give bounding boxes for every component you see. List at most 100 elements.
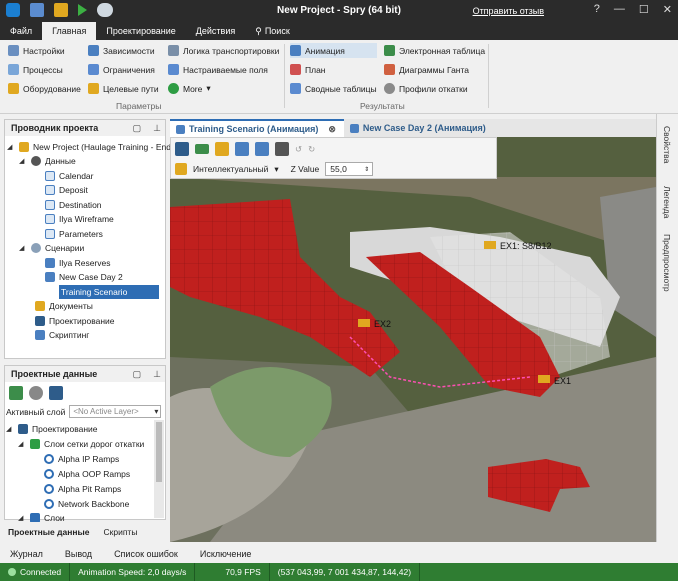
layer-icon: [44, 484, 54, 494]
view-mode-icon[interactable]: [175, 142, 189, 156]
settings-button[interactable]: Настройки: [8, 43, 81, 58]
tree-project[interactable]: ◢ New Project (Haulage Training - End c: [7, 140, 178, 154]
tab-file[interactable]: Файл: [0, 22, 42, 40]
plus-icon: [168, 83, 179, 94]
animation-viewport[interactable]: EX1: S8/B12 EX2 EX1: [170, 137, 656, 542]
pin-icon[interactable]: ⊥: [153, 120, 161, 136]
layers-scrollbar[interactable]: [154, 420, 164, 518]
tab-search[interactable]: ⚲ Поиск: [245, 22, 300, 40]
tree-scripting[interactable]: Скриптинг: [35, 328, 89, 342]
palette-icon[interactable]: [29, 386, 43, 400]
feedback-link[interactable]: Отправить отзыв: [473, 6, 544, 16]
tab-case-day-2[interactable]: New Case Day 2 (Анимация): [344, 119, 494, 137]
haulage-logic-label: Логика транспортировки: [183, 45, 280, 56]
float-icon[interactable]: ▢: [133, 366, 142, 382]
tab-actions[interactable]: Действия: [186, 22, 245, 40]
group-label-params: Параметры: [116, 101, 162, 111]
tree-documents[interactable]: Документы: [35, 299, 93, 313]
tab-preview[interactable]: Предпросмотр: [662, 234, 672, 292]
minimize-icon[interactable]: —: [614, 3, 625, 16]
layer-item[interactable]: Network Backbone: [44, 497, 129, 511]
excavator-ex1-icon[interactable]: [538, 375, 550, 383]
tab-error-list[interactable]: Список ошибок: [114, 549, 178, 559]
layer-item[interactable]: Alpha OOP Ramps: [44, 467, 130, 481]
tree-item-wireframe[interactable]: Ilya Wireframe: [45, 212, 114, 226]
tab-home[interactable]: Главная: [42, 22, 97, 40]
equipment-label: Оборудование: [23, 83, 81, 94]
constraints-button[interactable]: Ограничения: [88, 62, 159, 77]
tree-item-calendar[interactable]: Calendar: [45, 169, 94, 183]
tree-data-folder[interactable]: ◢ Данные: [19, 154, 76, 168]
right-side-tabs: Свойства Легенда Предпросмотр: [656, 114, 678, 542]
dependencies-button[interactable]: Зависимости: [88, 43, 159, 58]
grid-icon[interactable]: [215, 142, 229, 156]
tab-properties[interactable]: Свойства: [662, 126, 672, 163]
layer-item[interactable]: Alpha Pit Ramps: [44, 482, 121, 496]
tree-scenario-reserves[interactable]: Ilya Reserves: [45, 256, 111, 270]
tab-scripts[interactable]: Скрипты: [104, 527, 138, 537]
scripting-label: Скриптинг: [49, 330, 90, 340]
layer-tool-icon[interactable]: [9, 386, 23, 400]
mine-scene[interactable]: EX1: S8/B12 EX2 EX1: [170, 137, 656, 542]
tab-output[interactable]: Вывод: [65, 549, 92, 559]
layer-group[interactable]: ◢ Слои сетки дорог откатки: [18, 437, 144, 451]
maximize-icon[interactable]: ☐: [639, 3, 649, 16]
camera-icon[interactable]: [235, 142, 249, 156]
database-icon: [31, 156, 41, 166]
scenario-reserves-label: Ilya Reserves: [59, 258, 111, 268]
layers-root[interactable]: ◢ Проектирование: [6, 422, 98, 436]
tab-project-data[interactable]: Проектные данные: [8, 527, 90, 537]
custom-fields-icon: [168, 64, 179, 75]
equipment-button[interactable]: Оборудование: [8, 81, 81, 96]
tab-legend[interactable]: Легенда: [662, 186, 672, 218]
destination-label: Destination: [59, 200, 102, 210]
more-button[interactable]: More ▾: [168, 81, 279, 96]
close-icon[interactable]: ⊗: [328, 120, 336, 138]
excavator-ex1-s8-icon[interactable]: [484, 241, 496, 249]
tab-exceptions[interactable]: Исключение: [200, 549, 252, 559]
tab-design[interactable]: Проектирование: [96, 22, 185, 40]
spinner-icon[interactable]: ⇕: [364, 166, 369, 173]
help-icon[interactable]: ?: [594, 3, 600, 16]
pin-icon[interactable]: ⊥: [153, 366, 161, 382]
redo-icon[interactable]: ↻: [308, 144, 315, 155]
deposit-label: Deposit: [59, 185, 88, 195]
tree-scenario-case-day-2[interactable]: New Case Day 2: [45, 270, 123, 284]
haul-profiles-button[interactable]: Профили откатки: [384, 81, 485, 96]
plan-button[interactable]: План: [290, 62, 377, 77]
pivot-tables-button[interactable]: Сводные таблицы: [290, 81, 377, 96]
select-icon[interactable]: [275, 142, 289, 156]
design-tool-icon[interactable]: [49, 386, 63, 400]
float-icon[interactable]: ▢: [133, 120, 142, 136]
scenario-case-label: New Case Day 2: [59, 272, 123, 282]
tab-training-scenario[interactable]: Training Scenario (Анимация) ⊗: [170, 119, 344, 137]
gantt-button[interactable]: Диаграммы Ганта: [384, 62, 485, 77]
tree-item-deposit[interactable]: Deposit: [45, 183, 88, 197]
snap-mode-select[interactable]: Интеллектуальный: [193, 164, 268, 174]
custom-fields-label: Настраиваемые поля: [183, 64, 268, 75]
tree-design[interactable]: Проектирование: [35, 314, 115, 328]
plan-icon: [290, 64, 301, 75]
layer-item[interactable]: Alpha IP Ramps: [44, 452, 119, 466]
tree-scenarios-folder[interactable]: ◢ Сценарии: [19, 241, 84, 255]
haulage-logic-button[interactable]: Логика транспортировки: [168, 43, 279, 58]
processes-button[interactable]: Процессы: [8, 62, 81, 77]
z-value-input[interactable]: 55,0 ⇕: [325, 162, 374, 176]
layer-label: Alpha Pit Ramps: [58, 484, 122, 494]
custom-fields-button[interactable]: Настраиваемые поля: [168, 62, 279, 77]
fps-readout: 70,9 FPS: [195, 563, 270, 581]
undo-icon[interactable]: ↺: [295, 144, 302, 155]
animation-button[interactable]: Анимация: [290, 43, 377, 58]
filter-icon[interactable]: [255, 142, 269, 156]
tab-log[interactable]: Журнал: [10, 549, 43, 559]
excavator-ex2-icon[interactable]: [358, 319, 370, 327]
tree-scenario-training[interactable]: Training Scenario: [45, 285, 165, 299]
tree-item-destination[interactable]: Destination: [45, 198, 102, 212]
road-network-icon: [30, 439, 40, 449]
target-paths-button[interactable]: Целевые пути: [88, 81, 159, 96]
active-layer-select[interactable]: <No Active Layer> ▾: [69, 405, 162, 418]
spreadsheet-button[interactable]: Электронная таблица: [384, 43, 485, 58]
close-icon[interactable]: ✕: [663, 3, 672, 16]
arrow-icon[interactable]: [195, 144, 209, 154]
tree-item-parameters[interactable]: Parameters: [45, 227, 103, 241]
